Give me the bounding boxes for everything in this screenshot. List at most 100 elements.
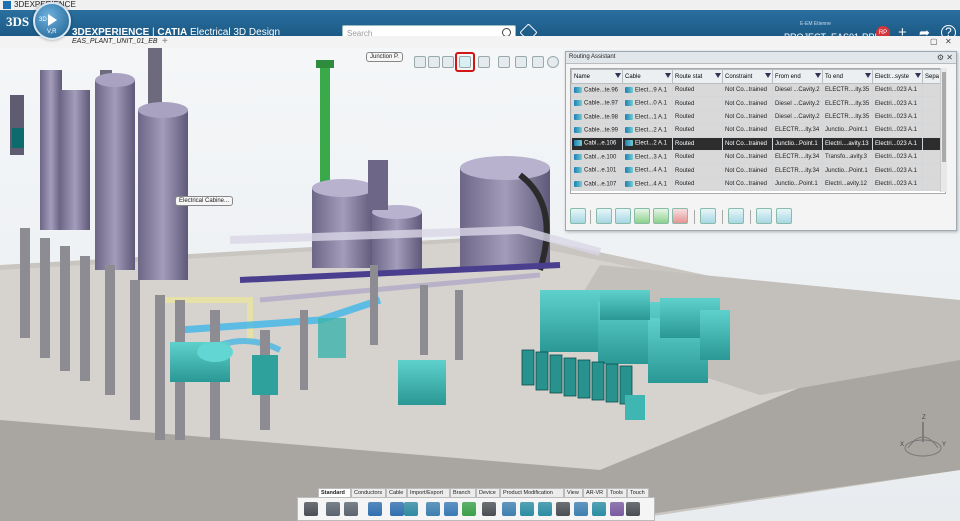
check-icon[interactable] (462, 502, 476, 516)
axis-compass[interactable]: Z X Y (898, 410, 948, 465)
filter-icon[interactable] (765, 73, 771, 78)
table-row[interactable]: Cabl...e.106 Elect...2 A.1 Routed Not Co...… (571, 136, 945, 151)
route-cable-icon[interactable] (596, 208, 612, 224)
close-icon[interactable]: ✕ (945, 36, 952, 48)
device-icon[interactable] (482, 502, 496, 516)
column-header[interactable]: Route stat (672, 69, 723, 84)
view-icon[interactable] (428, 56, 440, 68)
table-row[interactable]: Cable...te.97 Elect...0 A.1 Routed Not Co..… (571, 96, 945, 111)
segment-icon[interactable] (520, 502, 534, 516)
connect-icon[interactable] (538, 502, 552, 516)
cut-icon[interactable] (304, 502, 318, 516)
divider (590, 210, 591, 224)
junction-tooltip: Junction P. (366, 52, 403, 62)
tab-view[interactable]: View (564, 488, 583, 497)
tab-cable[interactable]: Cable (386, 488, 407, 497)
table-cell: Elect...1 A.1 (622, 109, 673, 125)
cell-text: Routed (675, 113, 695, 120)
gear-icon[interactable]: ⚙ (937, 52, 944, 63)
settings-icon[interactable] (547, 56, 559, 68)
reroute-icon[interactable] (700, 208, 716, 224)
ds-logo-icon[interactable]: 3DS (6, 14, 30, 32)
filter-icon[interactable] (815, 73, 821, 78)
table-cell: Not Co...trained (722, 123, 773, 138)
filter-icon[interactable] (574, 502, 588, 516)
table-cell: Elect...3 A.1 (622, 149, 673, 165)
tab-import-export[interactable]: Import/Export (407, 488, 450, 497)
compass-widget[interactable]: 3D V,R (33, 2, 71, 40)
restore-icon[interactable]: ▢ (930, 36, 938, 48)
table-row[interactable]: Cabl...e.101 Elect...4 A.1 Routed Not Co...… (571, 163, 945, 178)
tab-touch[interactable]: Touch (627, 488, 649, 497)
column-header[interactable]: From end (772, 69, 823, 84)
table-row[interactable]: Cable...te.98 Elect...1 A.1 Routed Not Co..… (571, 109, 945, 125)
network-icon[interactable] (570, 208, 586, 224)
tab-tools[interactable]: Tools (607, 488, 627, 497)
tab-branch[interactable]: Branch (450, 488, 476, 497)
export-icon[interactable] (776, 208, 792, 224)
hand-icon[interactable] (532, 56, 544, 68)
cable-icon (625, 100, 633, 107)
cable-icon (574, 113, 582, 120)
network-icon[interactable] (592, 502, 606, 516)
column-header[interactable]: Constraint (722, 69, 773, 84)
tab-ar-vr[interactable]: AR-VR (583, 488, 607, 497)
route-icon[interactable] (478, 56, 490, 68)
column-header[interactable]: Electr...syste (872, 69, 923, 84)
report-icon[interactable] (756, 208, 772, 224)
cell-text: Electri....avity.13 (825, 140, 869, 147)
cell-text: Elect...4 A.1 (635, 181, 668, 188)
filter-icon[interactable] (915, 73, 921, 78)
remove-cable-icon[interactable] (672, 208, 688, 224)
table-cell: Electri...023 A.1 (872, 123, 923, 138)
table-row[interactable]: Cabl...e.107 Elect...4 A.1 Routed Not Co...… (571, 176, 945, 192)
grid-scrollbar[interactable] (940, 68, 947, 192)
copy-icon[interactable] (326, 502, 340, 516)
cell-text: Elect...2 A.1 (635, 127, 668, 134)
filter-icon[interactable] (665, 73, 671, 78)
undo-icon[interactable] (368, 502, 382, 516)
route-all-icon[interactable] (615, 208, 631, 224)
table-cell: Cabl...e.100 (571, 149, 623, 165)
tab-conductors[interactable]: Conductors (351, 488, 386, 497)
filter-icon[interactable] (442, 56, 454, 68)
column-header[interactable]: To end (822, 69, 873, 84)
table-cell: Electri...avity.12 (822, 176, 873, 192)
table-row[interactable]: Cabl...e.100 Elect...3 A.1 Routed Not Co...… (571, 149, 945, 165)
cell-text: ELECTR....ity.34 (775, 154, 820, 161)
column-header[interactable]: Cable (622, 69, 673, 84)
select-icon[interactable] (414, 56, 426, 68)
filter-icon[interactable] (865, 73, 871, 78)
edit-icon[interactable] (610, 502, 624, 516)
table-row[interactable]: Cable...te.96 Elect...9 A.1 Routed Not Co..… (571, 82, 945, 98)
column-header[interactable]: Name (571, 69, 623, 84)
scroll-thumb[interactable] (942, 72, 946, 162)
action-bar (297, 497, 655, 521)
snap-icon[interactable] (404, 502, 418, 516)
table-row[interactable]: Cable...te.99 Elect...2 A.1 Routed Not Co..… (571, 123, 945, 138)
multi-select-icon[interactable] (502, 502, 516, 516)
redo-icon[interactable] (390, 502, 404, 516)
table-cell: Routed (672, 136, 723, 151)
table-cell: ELECTR....ity.34 (772, 163, 823, 178)
new-tab-button[interactable]: + (162, 36, 168, 48)
branch-icon[interactable] (444, 502, 458, 516)
column-header-label: Name (574, 73, 591, 80)
paste-icon[interactable] (344, 502, 358, 516)
settings-icon[interactable] (626, 502, 640, 516)
table-cell: Routed (672, 123, 723, 138)
route-icon[interactable] (426, 502, 440, 516)
cell-text: Electri...023 A.1 (875, 180, 918, 187)
display-icon[interactable] (556, 502, 570, 516)
filter-icon[interactable] (715, 73, 721, 78)
close-icon[interactable]: ✕ (946, 52, 953, 63)
tab-standard[interactable]: Standard (318, 488, 351, 497)
add-cable-icon[interactable] (634, 208, 650, 224)
refresh-icon[interactable] (728, 208, 744, 224)
check-icon[interactable] (653, 208, 669, 224)
tab-product-modification[interactable]: Product Modification (500, 488, 564, 497)
link-icon[interactable] (515, 56, 527, 68)
phone-icon[interactable] (498, 56, 510, 68)
tab-device[interactable]: Device (476, 488, 500, 497)
filter-icon[interactable] (615, 73, 621, 78)
